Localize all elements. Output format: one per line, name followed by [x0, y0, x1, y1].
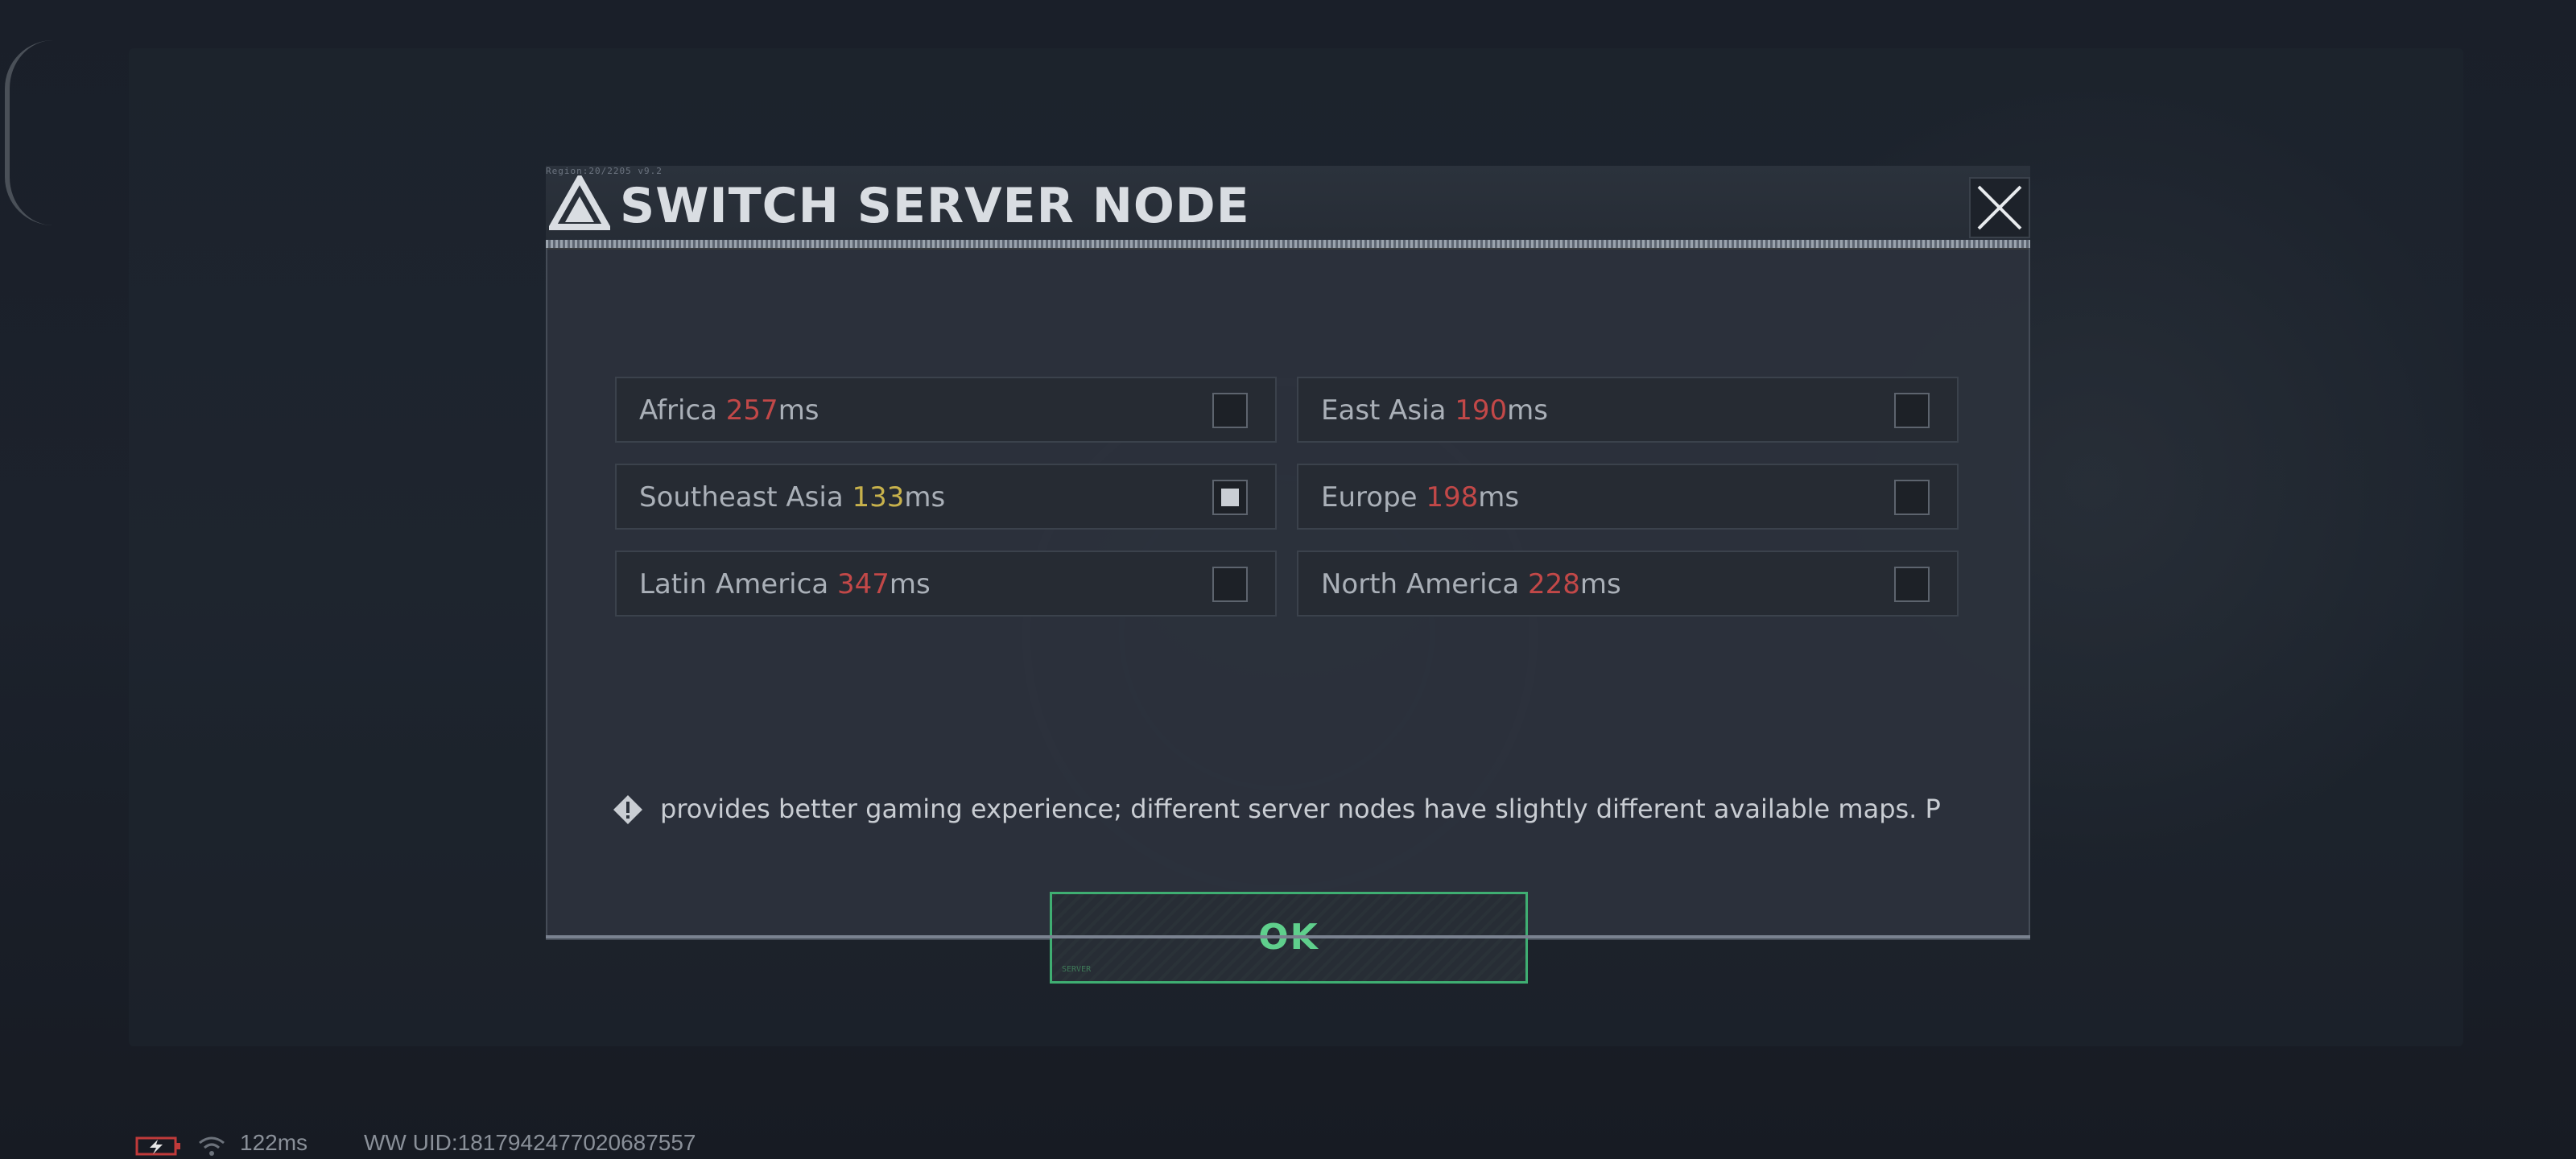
- dialog-body: Africa 257ms East Asia 190ms Southeast Asi…: [546, 248, 2030, 984]
- wifi-icon: [199, 1136, 225, 1156]
- server-option[interactable]: Africa 257ms: [615, 377, 1277, 443]
- server-latency: 190: [1455, 394, 1508, 427]
- server-option[interactable]: Europe 198ms: [1297, 464, 1959, 530]
- server-checkbox[interactable]: [1212, 480, 1248, 515]
- server-option[interactable]: Latin America 347ms: [615, 551, 1277, 617]
- server-option[interactable]: North America 228ms: [1297, 551, 1959, 617]
- ok-button-tag: SERVER: [1062, 965, 1092, 974]
- server-option-label: Southeast Asia 133ms: [639, 478, 945, 517]
- server-name: Africa: [639, 394, 726, 427]
- server-latency: 133: [852, 481, 905, 514]
- close-button[interactable]: [1969, 177, 2030, 238]
- server-latency: 198: [1426, 481, 1479, 514]
- switch-server-dialog: Region:20/2205 v9.2 SWITCH SERVER NODE A…: [546, 166, 2030, 984]
- server-name: Europe: [1321, 481, 1426, 514]
- server-option[interactable]: Southeast Asia 133ms: [615, 464, 1277, 530]
- battery-charging-icon: [135, 1136, 180, 1156]
- server-option-label: Latin America 347ms: [639, 565, 931, 604]
- server-option-label: Europe 198ms: [1321, 478, 1519, 517]
- server-option-label: North America 228ms: [1321, 565, 1621, 604]
- ping-readout: 122ms: [240, 1130, 308, 1155]
- server-option-label: Africa 257ms: [639, 391, 819, 430]
- server-checkbox[interactable]: [1894, 393, 1930, 428]
- server-checkbox[interactable]: [1894, 480, 1930, 515]
- server-latency: 257: [725, 394, 778, 427]
- triangle-logo-icon: [549, 175, 610, 230]
- latency-unit: ms: [1579, 568, 1621, 600]
- dialog-title: SWITCH SERVER NODE: [620, 178, 1250, 234]
- server-latency: 347: [836, 568, 890, 600]
- latency-unit: ms: [889, 568, 931, 600]
- dialog-header: Region:20/2205 v9.2 SWITCH SERVER NODE: [546, 166, 2030, 246]
- background-arc: [5, 40, 58, 225]
- server-option[interactable]: East Asia 190ms: [1297, 377, 1959, 443]
- server-checkbox[interactable]: [1212, 567, 1248, 602]
- latency-unit: ms: [778, 394, 819, 427]
- server-name: North America: [1321, 568, 1528, 600]
- latency-unit: ms: [1507, 394, 1548, 427]
- game-screen: Region:20/2205 v9.2 SWITCH SERVER NODE A…: [0, 0, 2576, 1159]
- dialog-bottom-edge: [546, 935, 2030, 938]
- user-uid: WW UID:1817942477020687557: [364, 1130, 696, 1155]
- server-name: Southeast Asia: [639, 481, 852, 514]
- latency-unit: ms: [904, 481, 946, 514]
- server-latency: 228: [1527, 568, 1580, 600]
- warning-diamond-icon: [613, 795, 642, 824]
- server-name: East Asia: [1321, 394, 1455, 427]
- latency-unit: ms: [1478, 481, 1520, 514]
- server-checkbox[interactable]: [1212, 393, 1248, 428]
- close-icon: [1977, 185, 2022, 230]
- server-checkbox[interactable]: [1894, 567, 1930, 602]
- server-name: Latin America: [639, 568, 837, 600]
- server-notice-text: provides better gaming experience; diffe…: [660, 794, 1941, 824]
- server-option-label: East Asia 190ms: [1321, 391, 1548, 430]
